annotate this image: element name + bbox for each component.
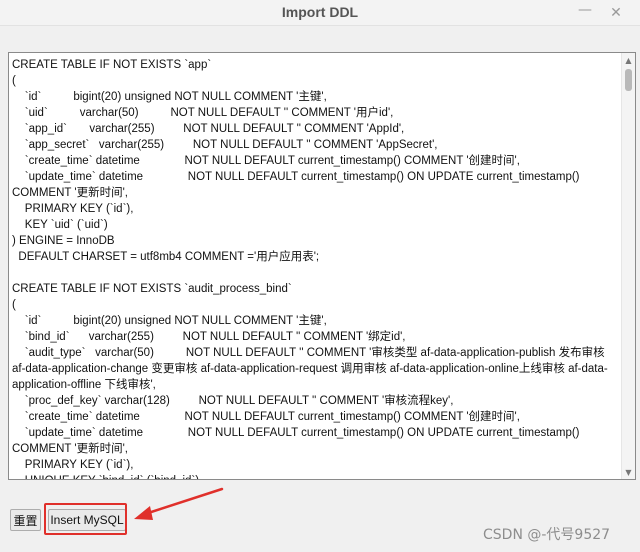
ddl-textarea[interactable]: CREATE TABLE IF NOT EXISTS `app` ( `id` … [8,52,636,480]
scroll-down-icon[interactable]: ▼ [622,465,635,479]
window-title: Import DDL [281,4,359,20]
close-icon[interactable]: ✕ [606,3,626,23]
watermark: CSDN @-代号9527 [483,527,611,543]
highlight-box [44,503,127,535]
vertical-scrollbar[interactable]: ▲ ▼ [621,53,635,479]
minimize-icon[interactable]: — [575,0,595,20]
reset-button[interactable]: 重置 [10,509,41,531]
scroll-thumb[interactable] [625,69,632,91]
ddl-content[interactable]: CREATE TABLE IF NOT EXISTS `app` ( `id` … [12,57,618,479]
scroll-up-icon[interactable]: ▲ [622,53,635,67]
title-bar: Import DDL — ✕ [0,0,640,26]
